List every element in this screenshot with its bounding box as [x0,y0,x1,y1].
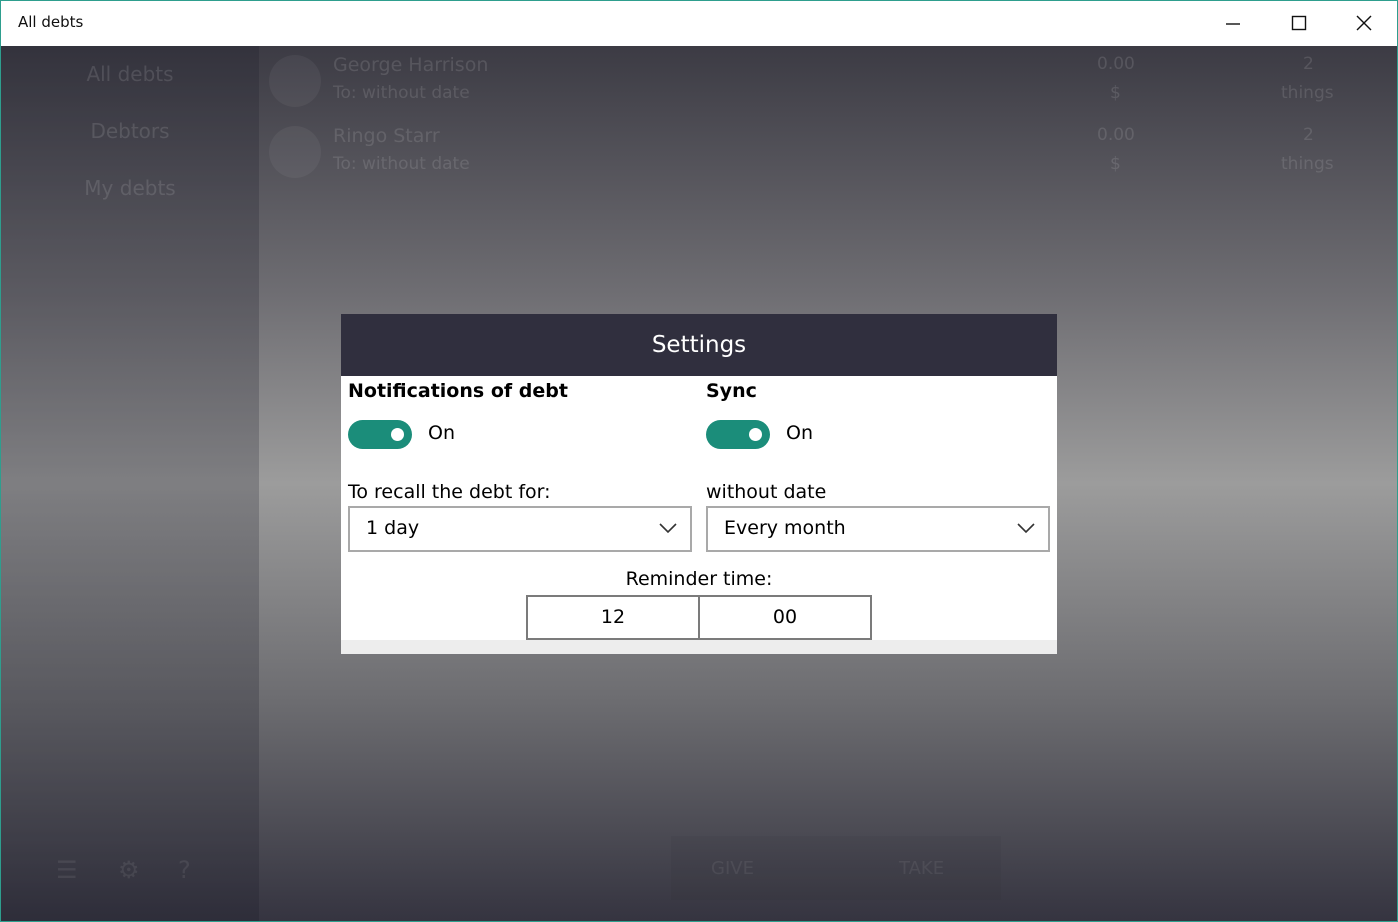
notifications-label: Notifications of debt [348,380,568,402]
settings-dialog: Settings Notifications of debt On Sync O… [341,314,1057,654]
dialog-header: Settings [341,314,1057,376]
avatar [269,126,321,178]
minute-field[interactable]: 00 [700,597,870,638]
without-date-value: Every month [724,517,846,539]
debtor-name: Ringo Starr [333,125,440,147]
list-item[interactable]: Ringo Starr To: without date 0.00 $ 2 th… [265,122,1375,182]
hour-value: 12 [600,606,626,628]
give-button[interactable]: GIVE [711,858,754,879]
reminder-time-picker[interactable]: 12 00 [526,595,872,640]
sync-label: Sync [706,380,757,402]
hour-field[interactable]: 12 [528,597,698,638]
sync-state: On [786,422,813,444]
without-date-select[interactable]: Every month [706,506,1050,552]
without-date-label: without date [706,481,827,503]
window-title: All debts [18,13,84,31]
list-icon[interactable]: ☰ [56,856,78,884]
sync-toggle[interactable] [706,420,770,449]
sidebar-item-all-debts[interactable]: All debts [1,62,259,86]
title-bar: All debts [1,1,1397,46]
chevron-down-icon [659,523,677,534]
things-count: 2 [1303,54,1314,74]
close-button[interactable] [1332,1,1396,46]
sidebar: All debts Debtors My debts ☰ ⚙ ? [1,46,259,921]
things-count: 2 [1303,125,1314,145]
notifications-state: On [428,422,455,444]
toggle-knob [749,428,762,441]
minimize-button[interactable] [1201,1,1265,46]
recall-select[interactable]: 1 day [348,506,692,552]
help-icon[interactable]: ? [178,856,191,884]
things-unit: things [1281,83,1334,103]
debt-currency: $ [1110,154,1121,174]
reminder-label: Reminder time: [625,568,773,590]
dialog-title: Settings [651,332,747,358]
dialog-footer [341,640,1057,654]
maximize-button[interactable] [1267,1,1331,46]
recall-value: 1 day [366,517,420,539]
debt-date: To: without date [333,83,470,103]
sidebar-item-debtors[interactable]: Debtors [1,119,259,143]
things-unit: things [1281,154,1334,174]
avatar [269,55,321,107]
debt-amount: 0.00 [1097,54,1135,74]
chevron-down-icon [1017,523,1035,534]
toggle-knob [391,428,404,441]
minute-value: 00 [772,606,798,628]
minimize-icon [1226,23,1240,25]
bottom-action-bar: GIVE TAKE [671,836,1001,900]
list-item[interactable]: George Harrison To: without date 0.00 $ … [265,51,1375,111]
debt-date: To: without date [333,154,470,174]
close-icon [1356,15,1372,31]
debt-currency: $ [1110,83,1121,103]
debtor-name: George Harrison [333,54,489,76]
recall-label: To recall the debt for: [348,481,551,503]
take-button[interactable]: TAKE [899,858,944,879]
gear-icon[interactable]: ⚙ [118,856,140,884]
notifications-toggle[interactable] [348,420,412,449]
debt-amount: 0.00 [1097,125,1135,145]
maximize-icon [1291,15,1307,31]
sidebar-item-my-debts[interactable]: My debts [1,176,259,200]
